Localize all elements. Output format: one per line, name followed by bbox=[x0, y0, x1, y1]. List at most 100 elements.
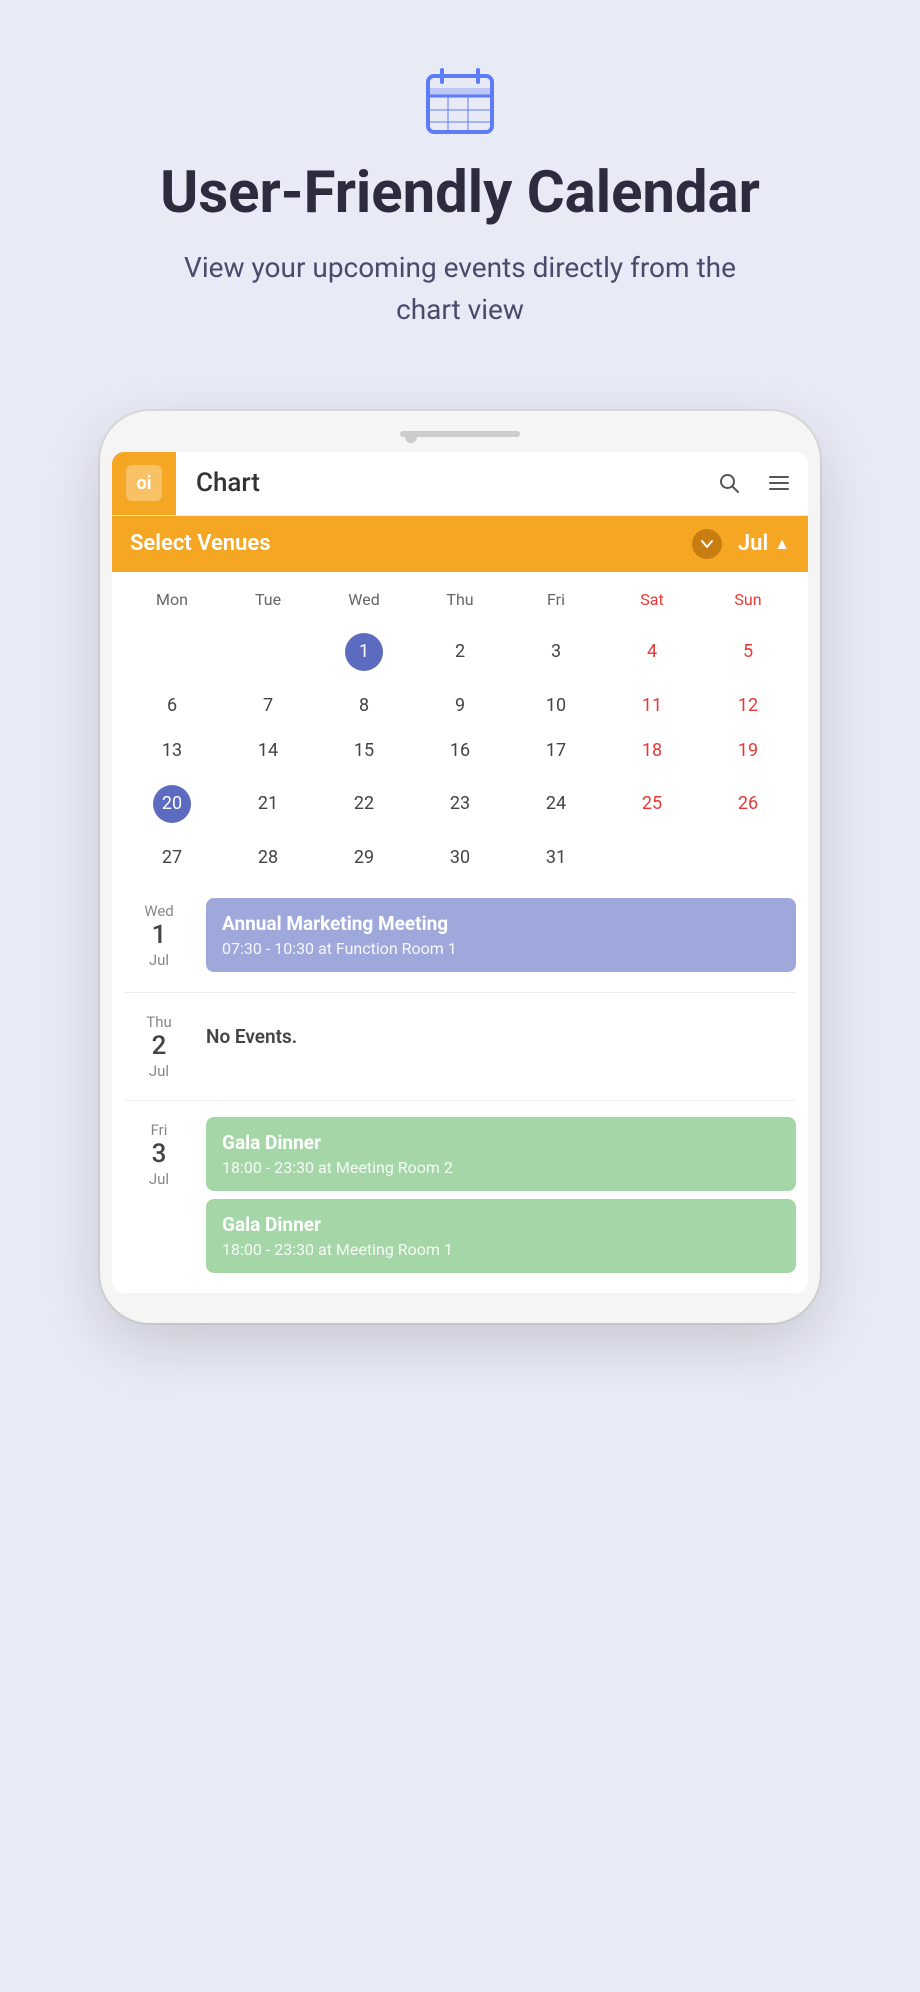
venue-dropdown-button[interactable] bbox=[692, 529, 722, 559]
cal-day-12[interactable]: 12 bbox=[700, 685, 796, 726]
cal-day-22[interactable]: 22 bbox=[316, 775, 412, 833]
event-day-name-3: Fri bbox=[124, 1121, 194, 1139]
cal-day-5[interactable]: 5 bbox=[700, 623, 796, 681]
event-day-name-2: Thu bbox=[124, 1013, 194, 1031]
cal-day-24[interactable]: 24 bbox=[508, 775, 604, 833]
event-day-num-2: 2 bbox=[124, 1031, 194, 1062]
event-detail-gala-2: 18:00 - 23:30 at Meeting Room 1 bbox=[222, 1240, 780, 1259]
search-icon bbox=[717, 471, 741, 495]
cal-day-6[interactable]: 6 bbox=[124, 685, 220, 726]
cal-day-28[interactable]: 28 bbox=[220, 837, 316, 878]
cal-day-15[interactable]: 15 bbox=[316, 730, 412, 771]
cal-day-23[interactable]: 23 bbox=[412, 775, 508, 833]
phone-notch bbox=[400, 431, 520, 437]
hero-subtitle: View your upcoming events directly from … bbox=[160, 247, 760, 331]
event-date-jul-1: Wed 1 Jul bbox=[124, 898, 194, 972]
cal-day-20[interactable]: 20 bbox=[124, 775, 220, 833]
app-logo-inner: oi bbox=[126, 465, 162, 501]
event-title-gala-2: Gala Dinner bbox=[222, 1213, 780, 1236]
cal-day-2[interactable]: 2 bbox=[412, 623, 508, 681]
no-events-label: No Events. bbox=[206, 1009, 796, 1064]
event-cards-jul-1: Annual Marketing Meeting 07:30 - 10:30 a… bbox=[206, 898, 796, 972]
phone-mockup-wrapper: oi Chart bbox=[0, 411, 920, 1383]
event-group-jul-3: Fri 3 Jul Gala Dinner 18:00 - 23:30 at M… bbox=[124, 1117, 796, 1273]
day-headers: Mon Tue Wed Thu Fri Sat Sun bbox=[124, 582, 796, 617]
cal-day-13[interactable]: 13 bbox=[124, 730, 220, 771]
phone-screen: oi Chart bbox=[112, 452, 808, 1293]
cal-day-7[interactable]: 7 bbox=[220, 685, 316, 726]
day-header-sat: Sat bbox=[604, 582, 700, 617]
event-day-num-3: 3 bbox=[124, 1139, 194, 1170]
event-card-gala-1[interactable]: Gala Dinner 18:00 - 23:30 at Meeting Roo… bbox=[206, 1117, 796, 1191]
venue-label: Select Venues bbox=[130, 531, 692, 556]
venue-bar[interactable]: Select Venues Jul ▲ bbox=[112, 516, 808, 572]
app-header: oi Chart bbox=[112, 452, 808, 516]
event-detail-gala-1: 18:00 - 23:30 at Meeting Room 2 bbox=[222, 1158, 780, 1177]
event-month-3: Jul bbox=[124, 1170, 194, 1188]
month-arrow-icon: ▲ bbox=[774, 534, 790, 554]
month-selector[interactable]: Jul ▲ bbox=[738, 531, 790, 556]
cal-day-11[interactable]: 11 bbox=[604, 685, 700, 726]
event-detail-annual: 07:30 - 10:30 at Function Room 1 bbox=[222, 939, 780, 958]
events-section: Wed 1 Jul Annual Marketing Meeting 07:30… bbox=[112, 898, 808, 1273]
day-header-thu: Thu bbox=[412, 582, 508, 617]
day-header-tue: Tue bbox=[220, 582, 316, 617]
search-button[interactable] bbox=[704, 458, 754, 508]
divider-1 bbox=[124, 992, 796, 993]
cal-day-19[interactable]: 19 bbox=[700, 730, 796, 771]
app-title: Chart bbox=[176, 468, 704, 498]
phone-camera bbox=[405, 431, 417, 443]
cal-day-empty-4 bbox=[700, 837, 796, 878]
month-label: Jul bbox=[738, 531, 768, 556]
event-date-jul-3: Fri 3 Jul bbox=[124, 1117, 194, 1273]
cal-day-empty-2 bbox=[220, 623, 316, 681]
cal-day-empty-3 bbox=[604, 837, 700, 878]
day-header-wed: Wed bbox=[316, 582, 412, 617]
event-cards-jul-2: No Events. bbox=[206, 1009, 796, 1080]
calendar-grid: Mon Tue Wed Thu Fri Sat Sun 1 2 bbox=[112, 572, 808, 888]
chevron-down-icon bbox=[699, 536, 715, 552]
calendar-hero-icon bbox=[420, 60, 500, 140]
event-card-annual-meeting[interactable]: Annual Marketing Meeting 07:30 - 10:30 a… bbox=[206, 898, 796, 972]
event-title-gala-1: Gala Dinner bbox=[222, 1131, 780, 1154]
event-group-jul-2: Thu 2 Jul No Events. bbox=[124, 1009, 796, 1080]
cal-day-empty-1 bbox=[124, 623, 220, 681]
cal-day-31[interactable]: 31 bbox=[508, 837, 604, 878]
menu-button[interactable] bbox=[754, 458, 804, 508]
event-month-1: Jul bbox=[124, 951, 194, 969]
event-date-jul-2: Thu 2 Jul bbox=[124, 1009, 194, 1080]
cal-day-1[interactable]: 1 bbox=[316, 623, 412, 681]
event-cards-jul-3: Gala Dinner 18:00 - 23:30 at Meeting Roo… bbox=[206, 1117, 796, 1273]
cal-day-3[interactable]: 3 bbox=[508, 623, 604, 681]
cal-day-14[interactable]: 14 bbox=[220, 730, 316, 771]
event-card-gala-2[interactable]: Gala Dinner 18:00 - 23:30 at Meeting Roo… bbox=[206, 1199, 796, 1273]
cal-day-4[interactable]: 4 bbox=[604, 623, 700, 681]
cal-day-10[interactable]: 10 bbox=[508, 685, 604, 726]
cal-day-27[interactable]: 27 bbox=[124, 837, 220, 878]
cal-day-18[interactable]: 18 bbox=[604, 730, 700, 771]
cal-day-29[interactable]: 29 bbox=[316, 837, 412, 878]
hero-title: User-Friendly Calendar bbox=[160, 160, 760, 227]
cal-day-25[interactable]: 25 bbox=[604, 775, 700, 833]
day-header-sun: Sun bbox=[700, 582, 796, 617]
phone-mockup: oi Chart bbox=[100, 411, 820, 1323]
cal-day-9[interactable]: 9 bbox=[412, 685, 508, 726]
event-month-2: Jul bbox=[124, 1062, 194, 1080]
divider-2 bbox=[124, 1100, 796, 1101]
event-group-jul-1: Wed 1 Jul Annual Marketing Meeting 07:30… bbox=[124, 898, 796, 972]
event-title-annual: Annual Marketing Meeting bbox=[222, 912, 780, 935]
logo-text: oi bbox=[137, 473, 152, 494]
event-day-num-1: 1 bbox=[124, 920, 194, 951]
cal-day-16[interactable]: 16 bbox=[412, 730, 508, 771]
cal-day-21[interactable]: 21 bbox=[220, 775, 316, 833]
day-header-fri: Fri bbox=[508, 582, 604, 617]
day-header-mon: Mon bbox=[124, 582, 220, 617]
cal-day-30[interactable]: 30 bbox=[412, 837, 508, 878]
app-logo: oi bbox=[112, 452, 176, 516]
cal-day-8[interactable]: 8 bbox=[316, 685, 412, 726]
calendar-days: 1 2 3 4 5 6 7 8 9 10 11 12 13 14 bbox=[124, 623, 796, 878]
cal-day-17[interactable]: 17 bbox=[508, 730, 604, 771]
cal-day-26[interactable]: 26 bbox=[700, 775, 796, 833]
event-day-name-1: Wed bbox=[124, 902, 194, 920]
hamburger-icon bbox=[767, 471, 791, 495]
